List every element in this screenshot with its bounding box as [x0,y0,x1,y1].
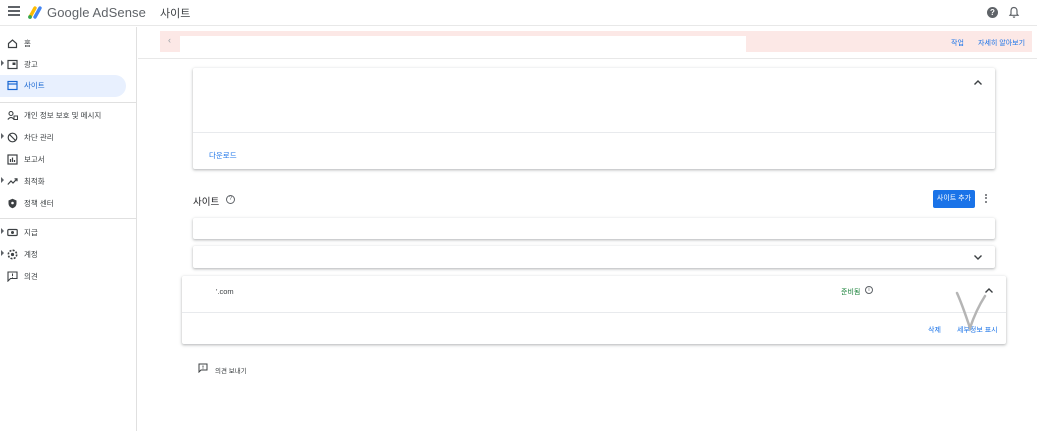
page-title: 사이트 [160,8,191,20]
sidebar-item-label: 계정 [24,250,38,259]
sidebar-item-label: 의견 [24,272,38,281]
sites-section-title: 사이트 [193,197,220,208]
site-row-expanded [182,276,1006,344]
sidebar-item-label: 최적화 [24,177,45,186]
menu-icon[interactable] [8,6,20,18]
sidebar-item-feedback[interactable]: 의견 [0,266,126,286]
chevron-left-icon[interactable]: ‹ [168,35,171,45]
sidebar-divider [0,102,137,103]
sidebar: 홈 광고 사이트 개인 정보 보호 및 메시지 차단 관리 보고서 최적화 정책… [0,27,137,431]
sidebar-item-policy-center[interactable]: 정책 센터 [0,193,126,213]
row-divider [182,312,1006,313]
send-feedback-label: 의견 보내기 [215,368,247,375]
header-divider [138,58,1037,59]
block-icon [7,132,18,143]
card-divider [193,132,995,133]
ads-icon [7,59,18,70]
reports-icon [7,154,18,165]
sidebar-item-home[interactable]: 홈 [0,33,126,53]
site-row-collapsed[interactable] [193,246,995,268]
sidebar-item-label: 개인 정보 보호 및 메시지 [24,111,102,120]
home-icon [7,39,18,49]
payments-icon [7,228,18,237]
policy-icon [8,198,17,209]
delete-button[interactable]: 삭제 [928,325,941,335]
sidebar-item-sites[interactable]: 사이트 [0,75,126,97]
expand-caret-icon [1,177,4,183]
sidebar-item-label: 홈 [24,39,31,48]
adsense-logo-icon [28,6,42,19]
brand-name: Google AdSense [47,5,146,20]
status-badge: 준비됨 [841,289,861,296]
feedback-icon [198,363,208,373]
site-domain: '.com [216,287,234,296]
sidebar-item-privacy[interactable]: 개인 정보 보호 및 메시지 [0,105,126,125]
expand-caret-icon [1,60,4,66]
sidebar-divider [0,218,137,219]
help-icon[interactable]: ? [987,7,998,18]
chevron-up-icon[interactable] [973,79,983,86]
sites-icon [7,80,18,91]
add-site-button[interactable]: 사이트 추가 [933,190,975,208]
more-vert-icon[interactable] [983,193,989,205]
sidebar-item-label: 사이트 [24,81,45,90]
sidebar-item-label: 지급 [24,228,38,237]
top-app-bar: Google AdSense 사이트 ? [0,0,1037,26]
download-link[interactable]: 다운로드 [209,150,237,161]
sidebar-item-payments[interactable]: 지급 [0,222,126,242]
sidebar-item-optimize[interactable]: 최적화 [0,171,126,191]
banner-learn-more-link[interactable]: 자세히 알아보기 [978,38,1025,48]
optimize-icon [7,178,18,185]
banner-message-area [180,36,746,58]
expand-caret-icon [1,228,4,234]
info-circle-icon[interactable]: i [865,286,873,294]
sidebar-item-label: 차단 관리 [24,133,54,142]
sidebar-item-account[interactable]: 계정 [0,244,126,264]
help-circle-icon[interactable]: ? [226,195,235,204]
sidebar-item-ads[interactable]: 광고 [0,54,126,74]
expand-caret-icon [1,250,4,256]
account-icon [7,249,18,260]
sites-filter-bar[interactable] [193,218,995,239]
banner-action-button[interactable]: 작업 [951,38,964,48]
feedback-icon [7,271,18,282]
sidebar-item-reports[interactable]: 보고서 [0,149,126,169]
sidebar-item-block-controls[interactable]: 차단 관리 [0,127,126,147]
chevron-down-icon[interactable] [973,254,983,261]
sidebar-item-label: 광고 [24,60,38,69]
sidebar-item-label: 보고서 [24,155,45,164]
privacy-icon [7,110,18,120]
bell-icon[interactable] [1008,6,1020,19]
check-mark-annotation [955,291,987,332]
sidebar-item-label: 정책 센터 [24,199,54,208]
expand-caret-icon [1,133,4,139]
info-card: 다운로드 [193,68,995,169]
